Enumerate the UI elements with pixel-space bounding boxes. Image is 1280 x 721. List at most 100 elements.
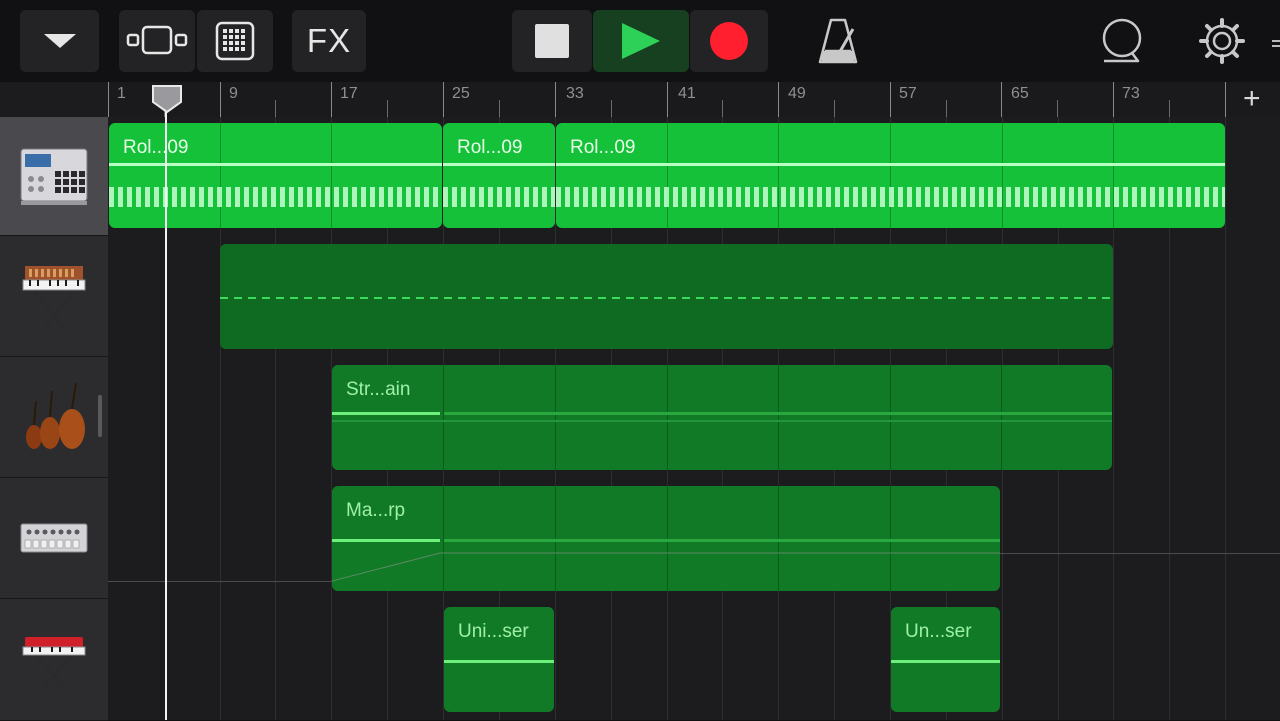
red-keyboard-icon	[22, 636, 86, 688]
track-header-red-keyboard[interactable]	[0, 599, 108, 721]
playhead-handle[interactable]	[151, 84, 183, 114]
bar-number: 65	[1011, 85, 1029, 102]
add-section-button[interactable]: +	[1243, 84, 1261, 114]
record-icon	[710, 22, 748, 60]
region-midi-pattern	[443, 163, 555, 166]
toolbar: FX	[0, 0, 1280, 82]
menu-button[interactable]	[20, 10, 99, 72]
ruler-tick	[1057, 100, 1058, 117]
region-midi-pattern	[444, 412, 1112, 415]
region-title: Uni...ser	[458, 621, 529, 642]
bar-number: 49	[788, 85, 806, 102]
region-divider	[555, 365, 556, 470]
bar-number: 1	[117, 85, 126, 102]
region-title: Rol...09	[123, 137, 189, 158]
timeline-ruler[interactable]: 1 9 17 25 33 41 49 57 65 73	[108, 82, 1280, 118]
bar-number: 33	[566, 85, 584, 102]
ruler-tick	[108, 82, 109, 117]
tracks-view-icon	[126, 25, 188, 55]
region-title: Rol...09	[570, 137, 636, 158]
region-drum-loop[interactable]: Rol...09	[556, 123, 1225, 228]
ruler-tick	[1225, 82, 1226, 117]
metronome-button[interactable]	[812, 14, 864, 68]
ruler-tick	[611, 100, 612, 117]
drum-machine-icon	[20, 148, 88, 205]
ruler-tick	[834, 100, 835, 117]
ruler-tick	[443, 82, 444, 117]
ruler-tick	[499, 100, 500, 117]
tracks-scrollbar[interactable]	[98, 395, 102, 437]
region-midi-pattern	[332, 412, 440, 415]
synth-keyboard-icon	[22, 266, 86, 329]
region-title: Un...ser	[905, 621, 972, 642]
ruler-tick	[946, 100, 947, 117]
bar-number: 57	[899, 85, 917, 102]
region-divider	[1002, 123, 1003, 228]
region-drum-loop[interactable]: Rol...09	[443, 123, 555, 228]
region-midi-pattern	[220, 297, 1113, 299]
region-midi-pattern	[444, 660, 554, 663]
gear-icon	[1199, 18, 1245, 64]
settings-button[interactable]	[1196, 14, 1248, 68]
region-divider	[1113, 123, 1114, 228]
fx-button[interactable]: FX	[292, 10, 366, 72]
bar-number: 41	[678, 85, 696, 102]
region-unison-laser[interactable]: Un...ser	[891, 607, 1000, 712]
track-header-strings[interactable]	[0, 357, 108, 478]
tracks-view-button[interactable]	[119, 10, 195, 72]
region-midi-pattern	[332, 420, 1112, 422]
stop-button[interactable]	[512, 10, 592, 72]
region-midi-pattern	[109, 187, 442, 207]
region-divider	[1001, 365, 1002, 470]
region-divider	[778, 365, 779, 470]
region-divider	[331, 123, 332, 228]
region-synth[interactable]	[220, 244, 1113, 349]
ruler-tick	[387, 100, 388, 117]
bar-number: 9	[229, 85, 238, 102]
region-midi-pattern	[109, 163, 442, 166]
ruler-tick	[1113, 82, 1114, 117]
automation-line	[1000, 553, 1280, 554]
region-arp[interactable]: Ma...rp	[332, 486, 1000, 591]
track-lane[interactable]	[108, 599, 1280, 721]
record-button[interactable]	[690, 10, 768, 72]
region-divider	[220, 123, 221, 228]
region-midi-pattern	[443, 187, 555, 207]
ruler-tick	[1001, 82, 1002, 117]
loop-browser-button[interactable]	[1096, 14, 1148, 68]
metronome-icon	[818, 18, 858, 64]
track-header-synth[interactable]	[0, 236, 108, 357]
region-midi-pattern	[891, 660, 1000, 663]
fx-label: FX	[306, 22, 352, 59]
track-header-drum-machine[interactable]	[0, 117, 108, 236]
drum-machine-silver-icon	[20, 523, 88, 553]
region-drum-loop[interactable]: Rol...09	[109, 123, 442, 228]
region-title: Str...ain	[346, 379, 411, 400]
right-edge-marker	[1272, 40, 1280, 52]
loop-browser-icon	[1102, 18, 1142, 63]
ruler-tick	[1169, 100, 1170, 117]
ruler-tick	[331, 82, 332, 117]
track-header-drum-machine-2[interactable]	[0, 478, 108, 599]
ruler-tick	[275, 100, 276, 117]
ruler-tick	[220, 82, 221, 117]
region-divider	[667, 123, 668, 228]
region-strings[interactable]: Str...ain	[332, 365, 1112, 470]
chevron-down-icon	[43, 34, 76, 48]
ruler-tick	[890, 82, 891, 117]
automation-line	[108, 581, 332, 582]
grid-view-button[interactable]	[197, 10, 273, 72]
ruler-tick	[555, 82, 556, 117]
region-midi-pattern	[556, 187, 1225, 207]
automation-curve	[332, 552, 1000, 582]
ruler-tick	[778, 82, 779, 117]
playhead-line	[165, 100, 167, 720]
region-divider	[443, 365, 444, 470]
region-unison-laser[interactable]: Uni...ser	[444, 607, 554, 712]
region-divider	[890, 365, 891, 470]
play-icon	[622, 23, 660, 59]
bar-number: 73	[1122, 85, 1140, 102]
play-button[interactable]	[593, 10, 689, 72]
ruler-tick	[722, 100, 723, 117]
region-divider	[667, 365, 668, 470]
